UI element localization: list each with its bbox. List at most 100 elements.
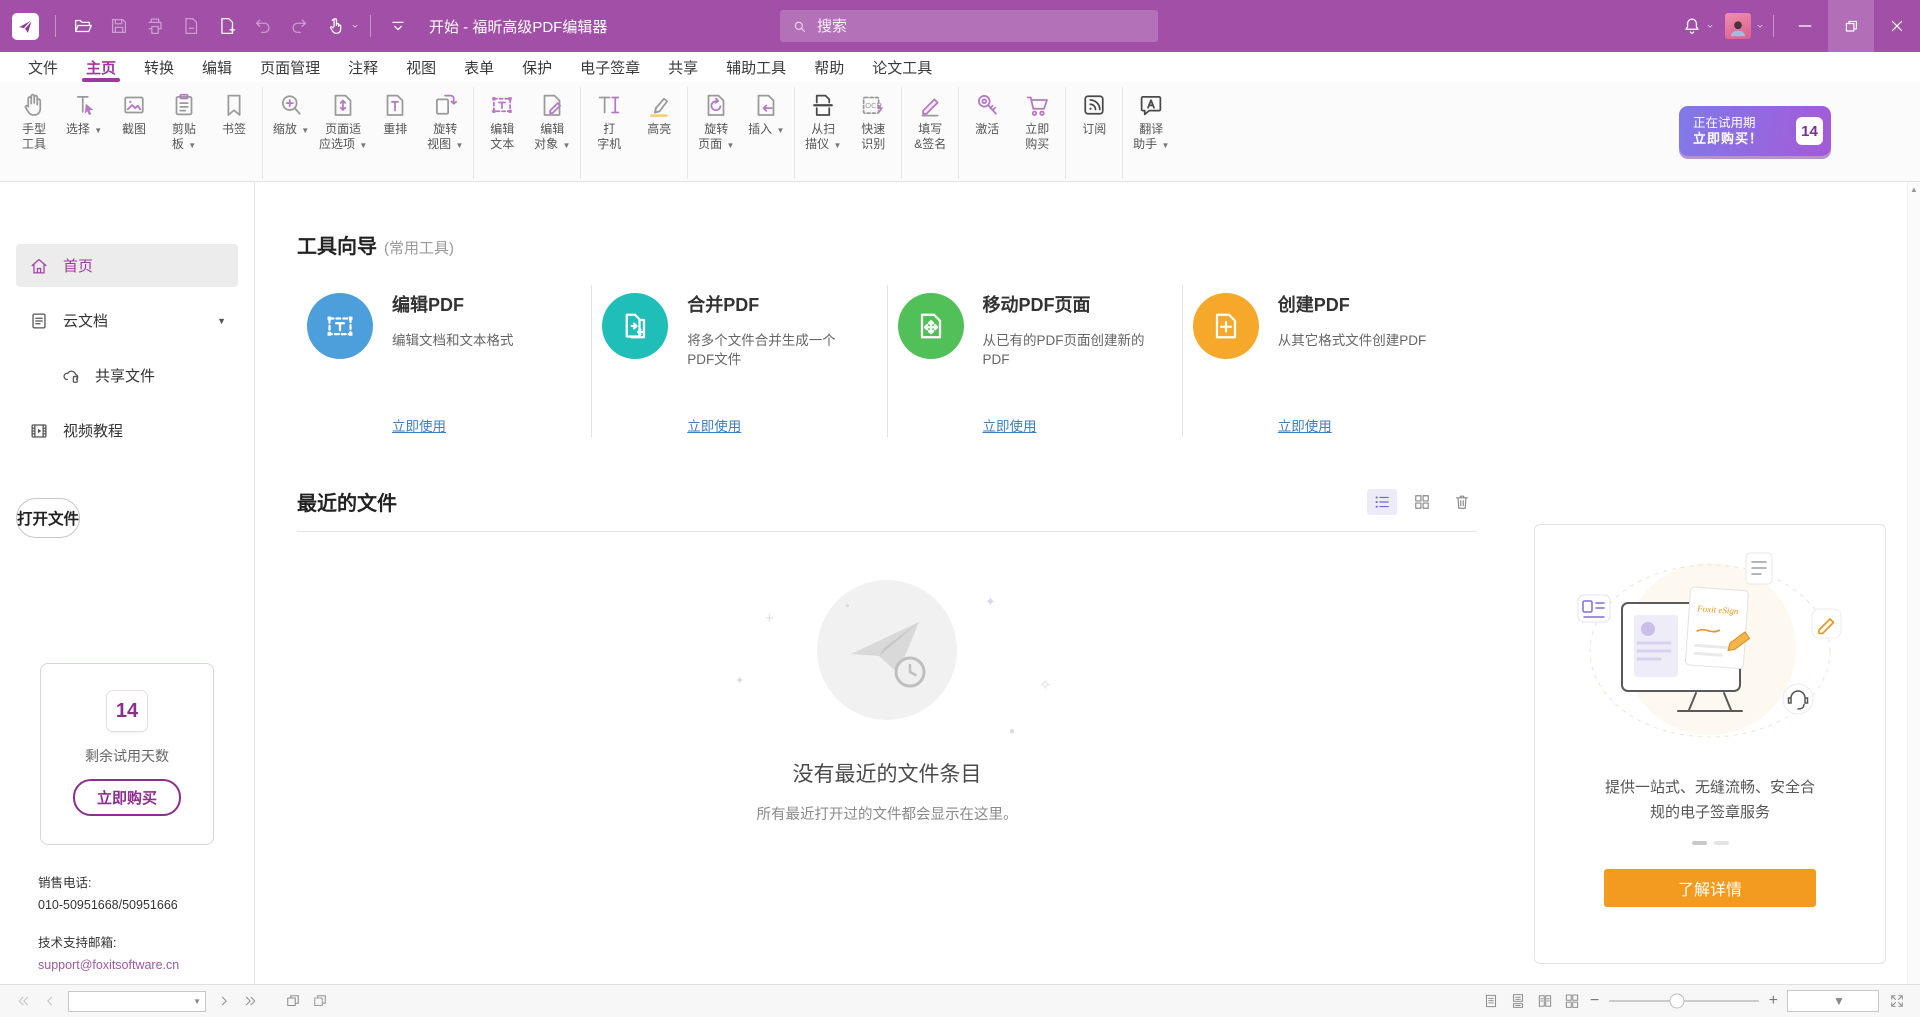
- menu-item-转换[interactable]: 转换: [130, 55, 188, 82]
- tool-fit-page[interactable]: 页面适应选项 ▼: [316, 87, 370, 153]
- tool-hand[interactable]: 手型工具: [9, 87, 59, 152]
- menu-item-文件[interactable]: 文件: [14, 55, 72, 82]
- last-page-button[interactable]: [242, 992, 260, 1010]
- menu-item-页面管理[interactable]: 页面管理: [246, 55, 334, 82]
- menu-item-表单[interactable]: 表单: [450, 55, 508, 82]
- menu-item-主页[interactable]: 主页: [72, 55, 130, 82]
- continuous-view-icon[interactable]: [1509, 992, 1527, 1010]
- sidebar-item-cloud-docs[interactable]: 云文档▼: [16, 299, 238, 342]
- scrollbar-up-arrow-icon[interactable]: ▲: [1910, 185, 1918, 984]
- touch-mode-button[interactable]: [318, 9, 352, 43]
- previous-view-icon[interactable]: [284, 992, 302, 1010]
- zoom-out-button[interactable]: −: [1590, 993, 1599, 1009]
- tool-highlight[interactable]: 高亮: [634, 87, 684, 137]
- bell-caret-icon[interactable]: [1705, 21, 1715, 31]
- tool-reflow[interactable]: 重排: [370, 87, 420, 137]
- tool-edit-object[interactable]: 编辑对象 ▼: [527, 87, 577, 153]
- notifications-bell-icon[interactable]: [1675, 9, 1709, 43]
- single-page-view-icon[interactable]: [1482, 992, 1500, 1010]
- zoom-combo-caret-icon[interactable]: ▼: [1833, 994, 1873, 1008]
- next-page-button[interactable]: [215, 992, 233, 1010]
- tool-from-scanner[interactable]: 从扫描仪 ▼: [798, 87, 848, 153]
- card-edit-pdf-use-now-link[interactable]: 立即使用: [392, 415, 446, 435]
- tool-fill-sign[interactable]: 填写&签名: [905, 87, 955, 152]
- tool-insert[interactable]: 插入 ▼: [741, 87, 791, 138]
- sidebar-item-tutorials[interactable]: 视频教程: [16, 409, 238, 452]
- touch-mode-button-caret-icon[interactable]: [354, 21, 360, 31]
- first-page-button[interactable]: [14, 992, 32, 1010]
- search-box[interactable]: [780, 10, 1158, 42]
- zoom-in-button[interactable]: +: [1769, 993, 1778, 1009]
- esign-illustration: Foxit eSign: [1560, 547, 1860, 765]
- chevron-down-icon[interactable]: ▼: [217, 316, 226, 326]
- tool-bookmark[interactable]: 书签: [209, 87, 259, 137]
- tool-edit-text[interactable]: 编辑文本: [477, 87, 527, 152]
- support-email-link[interactable]: support@foxitsoftware.cn: [38, 954, 179, 976]
- clear-recent-trash-icon[interactable]: [1447, 489, 1477, 515]
- titlebar-divider: [370, 15, 371, 37]
- card-create-pdf-use-now-link[interactable]: 立即使用: [1278, 415, 1332, 435]
- open-file-button[interactable]: 打开文件: [16, 498, 80, 538]
- export-page-button[interactable]: [174, 9, 208, 43]
- tool-typewriter[interactable]: 打字机: [584, 87, 634, 152]
- tool-quick-ocr[interactable]: OCR 快速识别: [848, 87, 898, 152]
- fullscreen-icon[interactable]: [1888, 992, 1906, 1010]
- facing-view-icon[interactable]: [1536, 992, 1554, 1010]
- carousel-dot-active[interactable]: [1692, 841, 1707, 845]
- previous-page-button[interactable]: [41, 992, 59, 1010]
- buy-now-button[interactable]: 立即购买: [73, 779, 181, 816]
- new-document-button[interactable]: [210, 9, 244, 43]
- trial-days-remaining: 14: [1796, 117, 1823, 145]
- card-merge-pdf-use-now-link[interactable]: 立即使用: [687, 415, 741, 435]
- tool-subscribe[interactable]: 订阅: [1069, 87, 1119, 137]
- tool-snapshot[interactable]: 截图: [109, 87, 159, 137]
- tool-clipboard[interactable]: 剪贴板 ▼: [159, 87, 209, 153]
- carousel-dot[interactable]: [1714, 841, 1729, 845]
- learn-more-button[interactable]: 了解详情: [1604, 869, 1816, 907]
- zoom-slider-track[interactable]: [1609, 1000, 1758, 1002]
- tool-zoom[interactable]: 缩放 ▼: [266, 87, 316, 138]
- print-button[interactable]: [138, 9, 172, 43]
- undo-button[interactable]: [246, 9, 280, 43]
- menu-item-论文工具[interactable]: 论文工具: [858, 55, 946, 82]
- redo-button[interactable]: [282, 9, 316, 43]
- continuous-facing-view-icon[interactable]: [1563, 992, 1581, 1010]
- tool-rotate-pages[interactable]: 旋转页面 ▼: [691, 87, 741, 153]
- account-caret-icon[interactable]: [1755, 21, 1765, 31]
- menu-item-注释[interactable]: 注释: [334, 55, 392, 82]
- grid-view-icon[interactable]: [1407, 489, 1437, 515]
- sidebar-item-home[interactable]: 首页: [16, 244, 238, 287]
- menu-item-编辑[interactable]: 编辑: [188, 55, 246, 82]
- tool-rotate-view[interactable]: 旋转视图 ▼: [420, 87, 470, 153]
- sidebar-item-shared[interactable]: 共享文件: [16, 354, 238, 397]
- zoom-level-combo[interactable]: ▼: [1787, 990, 1879, 1012]
- minimize-button[interactable]: [1782, 0, 1828, 52]
- close-button[interactable]: [1874, 0, 1920, 52]
- next-view-icon[interactable]: [311, 992, 329, 1010]
- tool-buy-now[interactable]: 立即购买: [1012, 87, 1062, 152]
- page-number-input[interactable]: [73, 994, 193, 1008]
- list-view-icon[interactable]: [1367, 489, 1397, 515]
- menu-item-视图[interactable]: 视图: [392, 55, 450, 82]
- search-input[interactable]: [817, 18, 1147, 35]
- collapse-ribbon-icon[interactable]: [381, 9, 415, 43]
- card-move-pages-use-now-link[interactable]: 立即使用: [983, 415, 1037, 435]
- menu-item-共享[interactable]: 共享: [654, 55, 712, 82]
- page-number-combo[interactable]: ▼: [68, 991, 206, 1012]
- menu-item-辅助工具[interactable]: 辅助工具: [712, 55, 800, 82]
- save-button[interactable]: [102, 9, 136, 43]
- user-avatar[interactable]: [1725, 13, 1751, 39]
- trial-upgrade-badge[interactable]: 正在试用期 立即购买！ 14: [1679, 106, 1831, 156]
- zoom-slider-knob[interactable]: [1669, 994, 1684, 1009]
- menu-item-保护[interactable]: 保护: [508, 55, 566, 82]
- tool-select[interactable]: 选择 ▼: [59, 87, 109, 138]
- titlebar-quick-access: 开始 - 福昕高级PDF编辑器: [12, 9, 607, 43]
- restore-window-button[interactable]: [1828, 0, 1874, 52]
- page-combo-caret-icon[interactable]: ▼: [193, 997, 201, 1006]
- content-scrollbar[interactable]: ▲: [1907, 182, 1920, 984]
- menu-item-帮助[interactable]: 帮助: [800, 55, 858, 82]
- menu-item-电子签章[interactable]: 电子签章: [566, 55, 654, 82]
- tool-translate[interactable]: 翻译助手 ▼: [1126, 87, 1176, 153]
- tool-activate[interactable]: 激活: [962, 87, 1012, 137]
- open-file-button[interactable]: [66, 9, 100, 43]
